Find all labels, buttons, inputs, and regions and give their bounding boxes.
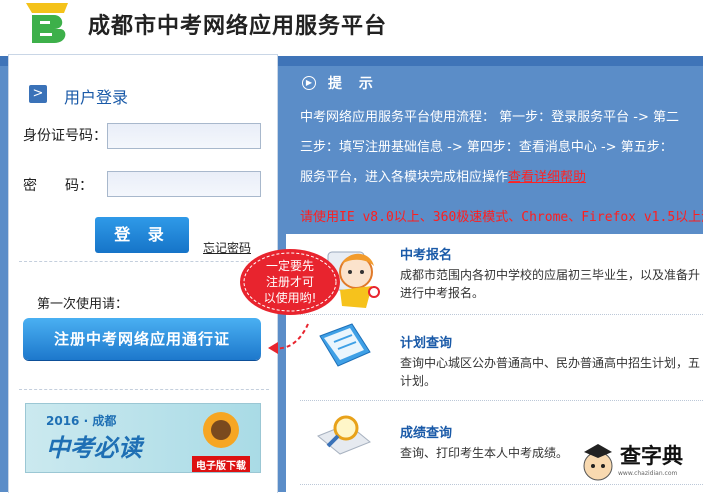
id-number-input[interactable] [107,123,261,149]
banner-year: 2016 · 成都 [46,414,117,428]
flow-line-3: 服务平台，进入各模块完成相应操作查看详细帮助 [300,166,586,185]
password-label: 密 码： [23,178,93,194]
header: 成都市中考网络应用服务平台 [0,0,703,56]
module-desc: 查询中心城区公办普通高中、民办普通高中招生计划，五 [400,356,701,370]
divider [19,389,269,390]
register-reminder-bubble: 一定要先 注册才可 以使用哟! [240,249,380,315]
site-title: 成都市中考网络应用服务平台 [88,14,388,39]
module-desc: 进行中考报名。 [400,286,485,300]
bubble-line-2: 注册才可 [266,274,314,289]
flow-line-1: 中考网络应用服务平台使用流程： 第一步：登录服务平台 -> 第二 [300,110,679,125]
module-title-registration[interactable]: 中考报名 [400,244,452,263]
first-use-label: 第一次使用请： [37,297,129,312]
flow-line-3-text: 服务平台，进入各模块完成相应操作 [300,170,509,185]
module-title-score[interactable]: 成绩查询 [400,422,452,441]
tips-panel: ▶ 提 示 中考网络应用服务平台使用流程： 第一步：登录服务平台 -> 第二 三… [286,66,703,234]
help-link[interactable]: 查看详细帮助 [508,170,586,185]
sunflower-icon [203,412,239,448]
site-logo [26,3,68,43]
bubble-line-1: 一定要先 [266,258,314,273]
browser-warning: 请使用IE v8.0以上、360极速模式、Chrome、Firefox v1.5… [300,210,703,225]
download-badge: 电子版下载 [192,456,250,472]
id-number-label: 身份证号码： [23,128,107,144]
module-title-plan[interactable]: 计划查询 [400,332,452,351]
guide-banner[interactable]: 2016 · 成都 中考必读 电子版下载 [25,403,261,473]
bubble-line-3: 以使用哟! [264,290,317,305]
module-desc: 计划。 [400,374,437,388]
login-title: 用户登录 [64,88,129,107]
divider [300,400,703,401]
divider [19,261,269,262]
arrow-circle-icon: ▶ [302,76,316,90]
arrow-icon [268,323,309,354]
magnifier-icon [317,415,371,455]
password-input[interactable] [107,171,261,197]
plan-book-icon [319,323,371,367]
module-desc: 成都市范围内各初中学校的应届初三毕业生，以及准备升 [400,268,701,282]
flow-line-2: 三步：填写注册基础信息 -> 第四步：查看消息中心 -> 第五步： [300,140,673,155]
watermark-text: 查字典 [620,444,683,468]
tips-title: 提 示 [328,76,379,92]
login-button[interactable]: 登 录 [95,217,189,253]
watermark-url: www.chazidian.com [618,470,678,477]
chevron-right-icon: > [29,85,47,103]
register-button[interactable]: 注册中考网络应用通行证 [23,318,261,360]
banner-title: 中考必读 [46,433,142,462]
